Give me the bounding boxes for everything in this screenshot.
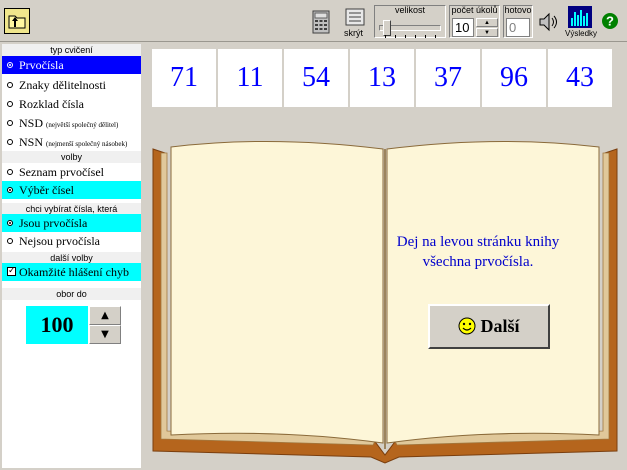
sound-button[interactable] (537, 10, 561, 34)
number-tile[interactable]: 54 (284, 49, 348, 107)
done-group: hotovo 0 (503, 5, 533, 38)
svg-text:?: ? (606, 14, 614, 29)
app-window: skrýt velikost počet úkolů 10 ▲ ▼ hotovo… (0, 0, 627, 470)
exercise-type-primes[interactable]: Prvočísla (2, 56, 141, 74)
size-label: velikost (394, 5, 425, 15)
option-label: Rozklad čísla (19, 97, 84, 111)
option-label: Seznam prvočísel (19, 165, 104, 179)
option-label: NSN (19, 135, 44, 149)
count-input[interactable]: 10 (452, 18, 474, 37)
number-tile[interactable]: 37 (416, 49, 480, 107)
smiley-icon (458, 317, 476, 335)
slider-tick (435, 35, 436, 38)
option-prime-list[interactable]: Seznam prvočísel (2, 163, 141, 181)
count-down-button[interactable]: ▼ (476, 28, 498, 37)
number-tile[interactable]: 13 (350, 49, 414, 107)
results-button[interactable]: Výsledky (565, 5, 598, 39)
next-button[interactable]: Další (428, 304, 550, 349)
range-header: obor do (2, 288, 141, 300)
slider-tick (385, 35, 386, 38)
sidebar: typ cvičení Prvočísla Znaky dělitelnosti… (2, 44, 141, 468)
range-value: 100 (26, 306, 88, 344)
option-label: Znaky dělitelnosti (19, 78, 106, 92)
slider-tick (415, 35, 416, 38)
option-label: Jsou prvočísla (19, 216, 88, 230)
checkbox-icon[interactable]: ✓ (7, 267, 16, 276)
option-label: Nejsou prvočísla (19, 234, 100, 248)
choose-are-primes[interactable]: Jsou prvočísla (2, 214, 141, 232)
window-icon (345, 8, 365, 26)
exercise-type-header: typ cvičení (2, 44, 141, 56)
radio-icon (7, 62, 13, 68)
range-up-button[interactable]: ▲ (89, 306, 121, 325)
count-group: počet úkolů 10 ▲ ▼ (449, 5, 500, 38)
done-value: 0 (506, 18, 530, 37)
main-area: 71 11 54 13 37 96 43 Dej na levou stránk… (143, 44, 625, 468)
done-label: hotovo (504, 5, 532, 15)
radio-icon (7, 101, 13, 107)
option-label: Prvočísla (19, 58, 64, 72)
results-label: Výsledky (565, 29, 598, 38)
number-tile[interactable]: 71 (152, 49, 216, 107)
folder-icon (8, 15, 26, 29)
exercise-type-factorization[interactable]: Rozklad čísla (2, 95, 141, 113)
number-tile[interactable]: 43 (548, 49, 612, 107)
choose-not-primes[interactable]: Nejsou prvočísla (2, 232, 141, 250)
open-folder-button[interactable] (4, 8, 30, 34)
size-group: velikost (374, 5, 446, 38)
count-up-button[interactable]: ▲ (476, 18, 498, 27)
radio-icon (7, 187, 13, 193)
hide-label: skrýt (344, 28, 363, 38)
count-label: počet úkolů (451, 5, 498, 15)
hide-button[interactable]: skrýt (340, 6, 370, 40)
options-header: volby (2, 151, 141, 163)
toolbar: skrýt velikost počet úkolů 10 ▲ ▼ hotovo… (0, 0, 627, 42)
open-book (152, 140, 618, 464)
radio-icon (7, 120, 13, 126)
calculator-icon (312, 10, 330, 34)
next-label: Další (480, 316, 520, 336)
slider-tick (425, 35, 426, 38)
instruction-text: Dej na levou stránku knihy všechna prvoč… (396, 234, 560, 270)
option-label: Okamžité hlášení chyb (19, 265, 129, 279)
radio-icon (7, 238, 13, 244)
range-down-button[interactable]: ▼ (89, 325, 121, 344)
slider-tick (405, 35, 406, 38)
left-page (170, 140, 384, 444)
results-chart-icon (568, 6, 592, 28)
radio-icon (7, 139, 13, 145)
right-page (386, 140, 600, 444)
option-note: (největší společný dělitel) (46, 121, 119, 129)
size-slider-thumb[interactable] (383, 20, 391, 36)
option-number-selection[interactable]: Výběr čísel (2, 181, 141, 199)
option-label: NSD (19, 116, 44, 130)
help-icon: ? (602, 13, 618, 29)
radio-icon (7, 169, 13, 175)
exercise-type-gcd[interactable]: NSD (největší společný dělitel) (2, 114, 141, 132)
slider-tick (395, 35, 396, 38)
calculator-button[interactable] (310, 10, 332, 34)
number-tile[interactable]: 96 (482, 49, 546, 107)
exercise-type-divisibility[interactable]: Znaky dělitelnosti (2, 76, 141, 94)
number-tile[interactable]: 11 (218, 49, 282, 107)
option-note: (nejmenší společný násobek) (46, 140, 128, 148)
help-button[interactable]: ? (601, 12, 619, 30)
number-tiles: 71 11 54 13 37 96 43 (152, 49, 612, 109)
exercise-type-lcm[interactable]: NSN (nejmenší společný násobek) (2, 133, 141, 151)
radio-icon (7, 220, 13, 226)
instant-errors-option[interactable]: ✓ Okamžité hlášení chyb (2, 263, 141, 281)
speaker-icon (539, 12, 557, 32)
radio-icon (7, 82, 13, 88)
option-label: Výběr čísel (19, 183, 74, 197)
